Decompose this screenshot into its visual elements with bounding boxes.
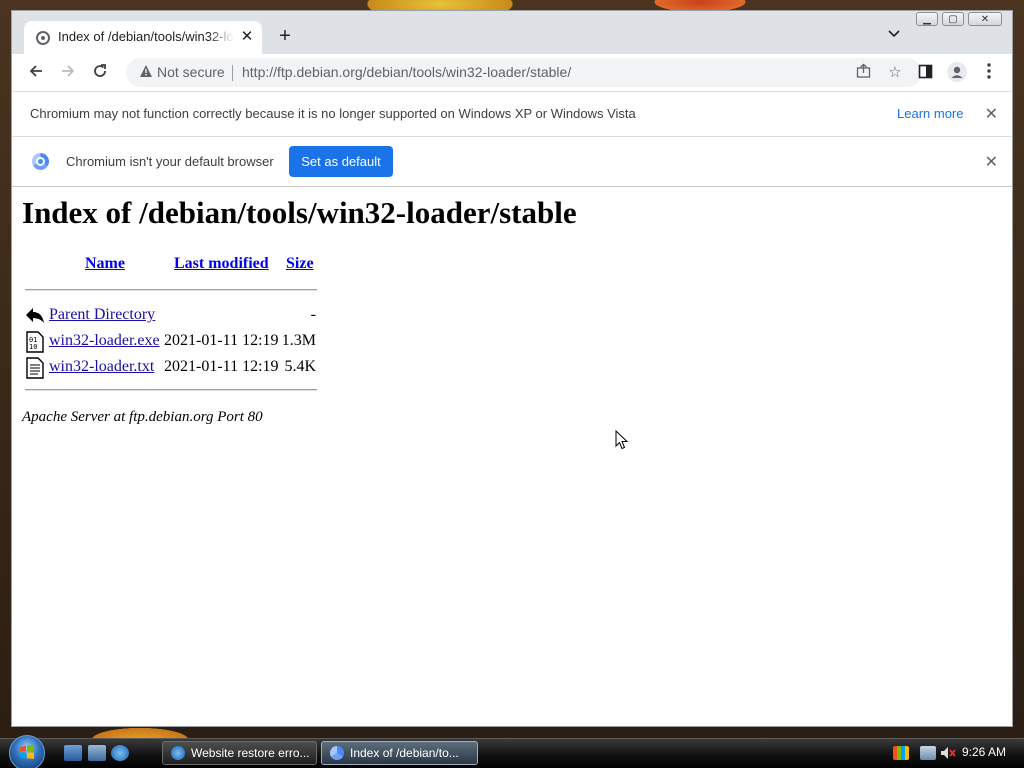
header-divider (25, 289, 317, 291)
svg-text:10: 10 (29, 343, 37, 351)
tab-close-icon[interactable]: ✕ (238, 28, 256, 46)
file-size: - (310, 306, 316, 323)
unsupported-message: Chromium may not function correctly beca… (30, 106, 636, 121)
volume-muted-icon[interactable] (940, 746, 956, 760)
show-desktop-icon[interactable] (64, 745, 82, 761)
taskbar: Website restore erro... Index of /debian… (0, 735, 1024, 768)
tab-title: Index of /debian/tools/win32-loader/stab… (58, 29, 234, 44)
share-icon[interactable] (853, 63, 873, 83)
text-file-icon (25, 357, 45, 379)
taskbar-item-label: Website restore erro... (191, 746, 310, 760)
tab-search-chevron-icon[interactable] (886, 27, 902, 43)
reload-icon[interactable] (89, 62, 111, 84)
network-tray-icon[interactable] (920, 746, 936, 760)
back-arrow-icon (25, 305, 45, 327)
browser-window: Index of /debian/tools/win32-loader/stab… (11, 10, 1013, 727)
browser-tab[interactable]: Index of /debian/tools/win32-loader/stab… (24, 21, 262, 54)
warning-icon[interactable] (138, 64, 154, 80)
chromium-icon (32, 153, 49, 170)
minimize-button[interactable]: ▁ (916, 12, 938, 26)
table-row: win32-loader.txt 2021-01-11 12:19 5.4K (22, 357, 322, 383)
bookmark-star-icon[interactable]: ☆ (885, 63, 905, 83)
security-indicator[interactable]: Not secure (157, 64, 225, 80)
page-title: Index of /debian/tools/win32-loader/stab… (22, 195, 577, 230)
file-link[interactable]: Parent Directory (49, 306, 155, 324)
forward-icon[interactable] (57, 62, 79, 84)
column-size-header[interactable]: Size (286, 255, 314, 273)
browser-toolbar: Not secure http://ftp.debian.org/debian/… (12, 54, 1012, 91)
address-bar[interactable]: Not secure http://ftp.debian.org/debian/… (126, 58, 922, 87)
taskbar-item-website-restore[interactable]: Website restore erro... (162, 741, 317, 765)
new-tab-plus-icon[interactable]: + (274, 25, 296, 47)
windows-update-tray-icon[interactable] (893, 746, 909, 760)
table-row: 01 10 win32-loader.exe 2021-01-11 12:19 1… (22, 331, 322, 357)
windows-logo-icon (20, 745, 34, 759)
footer-divider (25, 389, 317, 391)
taskbar-item-chromium[interactable]: Index of /debian/to... (321, 741, 478, 765)
column-name-header[interactable]: Name (85, 255, 125, 273)
switch-windows-icon[interactable] (88, 745, 106, 761)
binary-file-icon: 01 10 (25, 331, 45, 353)
close-infobar-icon[interactable]: ✕ (985, 104, 998, 124)
internet-explorer-icon[interactable] (111, 745, 129, 761)
default-browser-infobar: Chromium isn't your default browser Set … (12, 136, 1012, 186)
side-panel-icon[interactable] (914, 62, 936, 84)
close-window-button[interactable]: ✕ (968, 12, 1002, 26)
column-last-modified-header[interactable]: Last modified (174, 255, 269, 273)
file-link[interactable]: win32-loader.exe (49, 332, 160, 350)
globe-icon (36, 31, 50, 45)
address-separator (232, 65, 233, 81)
tab-strip: Index of /debian/tools/win32-loader/stab… (12, 11, 1012, 54)
unsupported-os-infobar: Chromium may not function correctly beca… (12, 91, 1012, 136)
file-modified: 2021-01-11 12:19 (164, 358, 279, 375)
file-size: 5.4K (284, 358, 316, 375)
menu-kebab-icon[interactable] (978, 62, 1000, 84)
url-text[interactable]: http://ftp.debian.org/debian/tools/win32… (242, 64, 571, 80)
internet-explorer-icon (171, 746, 185, 760)
set-as-default-button[interactable]: Set as default (289, 146, 393, 177)
file-size: 1.3M (281, 332, 316, 349)
table-row: Parent Directory - (22, 305, 322, 331)
taskbar-clock[interactable]: 9:26 AM (962, 745, 1006, 759)
maximize-button[interactable]: ▢ (942, 12, 964, 26)
chromium-icon (330, 746, 344, 760)
mouse-cursor-icon (615, 430, 629, 450)
server-signature: Apache Server at ftp.debian.org Port 80 (22, 409, 263, 425)
close-default-infobar-icon[interactable]: ✕ (985, 152, 998, 172)
learn-more-link[interactable]: Learn more (897, 106, 963, 121)
default-browser-message: Chromium isn't your default browser (66, 154, 274, 169)
start-button[interactable] (9, 735, 45, 768)
file-link[interactable]: win32-loader.txt (49, 358, 154, 376)
file-modified: 2021-01-11 12:19 (164, 332, 279, 349)
profile-avatar-icon[interactable] (946, 62, 968, 84)
back-icon[interactable] (25, 62, 47, 84)
taskbar-item-label: Index of /debian/to... (350, 746, 459, 760)
page-content: Index of /debian/tools/win32-loader/stab… (12, 186, 1012, 726)
